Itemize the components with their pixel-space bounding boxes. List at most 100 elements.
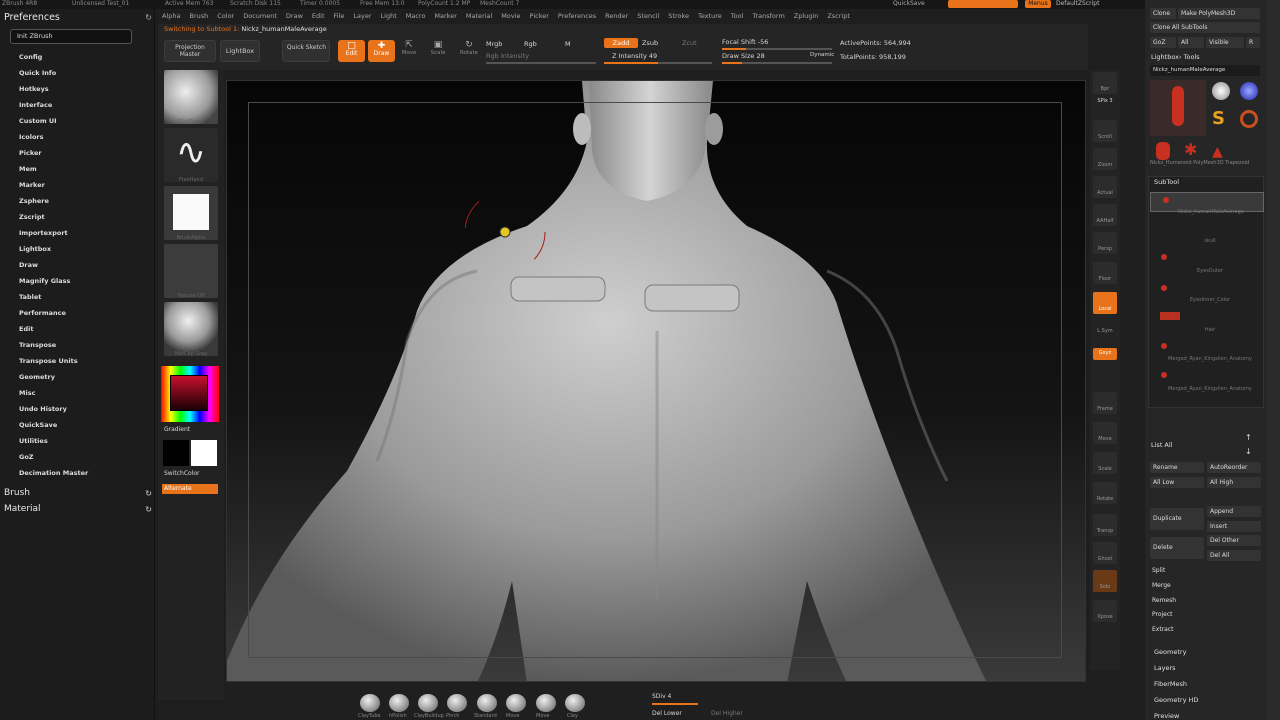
pref-item[interactable]: Config: [19, 53, 88, 69]
stroke-thumbnail[interactable]: ∿: [164, 128, 218, 182]
pref-item[interactable]: Marker: [19, 181, 88, 197]
rgb-intensity-track[interactable]: [486, 62, 596, 64]
material-thumbnail[interactable]: [164, 302, 218, 356]
draw-size-track[interactable]: [722, 62, 832, 64]
subtool-item[interactable]: skull: [1150, 238, 1264, 251]
subtool-item[interactable]: EyesOuter: [1150, 268, 1264, 281]
z-intensity-track[interactable]: [604, 62, 712, 64]
pref-item[interactable]: Zscript: [19, 213, 88, 229]
pref-item[interactable]: Interface: [19, 101, 88, 117]
brush-slot[interactable]: [536, 694, 556, 712]
r-button[interactable]: R: [1246, 37, 1260, 48]
del-higher-button[interactable]: Del Higher: [711, 710, 743, 717]
ghost-button[interactable]: Ghost: [1093, 542, 1117, 564]
actual-button[interactable]: Actual: [1093, 176, 1117, 198]
remesh-button[interactable]: Remesh: [1152, 597, 1176, 604]
pref-item[interactable]: Icolors: [19, 133, 88, 149]
sphere-brush-thumb[interactable]: [1212, 82, 1230, 100]
color-square[interactable]: [170, 375, 208, 411]
frame-button[interactable]: Frame: [1093, 392, 1117, 414]
m-toggle[interactable]: M: [565, 40, 571, 48]
clone-button[interactable]: Clone: [1150, 8, 1176, 19]
init-zbrush-button[interactable]: Init ZBrush: [10, 29, 132, 44]
brush-slot[interactable]: [565, 694, 585, 712]
del-all-button[interactable]: Del All: [1207, 550, 1261, 561]
brush-thumbnail[interactable]: [164, 70, 218, 124]
menu-color[interactable]: Color: [217, 12, 234, 20]
insert-button[interactable]: Insert: [1207, 521, 1261, 532]
scale-view-button[interactable]: Scale: [1093, 452, 1117, 474]
menu-marker[interactable]: Marker: [434, 12, 456, 20]
menu-material[interactable]: Material: [466, 12, 492, 20]
menu-brush[interactable]: Brush: [189, 12, 208, 20]
menu-file[interactable]: File: [334, 12, 345, 20]
clone-all-subtools-button[interactable]: Clone All SubTools: [1150, 22, 1260, 33]
humanoid-thumb[interactable]: [1156, 142, 1170, 160]
persp-button[interactable]: Persp: [1093, 232, 1117, 254]
edit-button[interactable]: □ Edit: [338, 40, 365, 62]
zsub-button[interactable]: Zsub: [642, 39, 658, 47]
polymesh-star-thumb[interactable]: ✱: [1184, 140, 1197, 159]
trapezoid-thumb[interactable]: ▲: [1212, 144, 1223, 160]
gradient-label[interactable]: Gradient: [164, 426, 190, 433]
spix-setting[interactable]: SPix 3: [1093, 96, 1117, 118]
dynamic-toggle[interactable]: Dynamic: [810, 52, 834, 58]
brush-slot[interactable]: [360, 694, 380, 712]
project-button[interactable]: Project: [1152, 611, 1173, 618]
bpr-button[interactable]: Bpr: [1093, 72, 1117, 94]
texture-thumbnail[interactable]: [164, 244, 218, 298]
refresh-icon[interactable]: ↻: [145, 489, 152, 498]
split-button[interactable]: Split: [1152, 567, 1165, 574]
default-zscript-button[interactable]: DefaultZScript: [1056, 0, 1099, 7]
menu-preferences[interactable]: Preferences: [558, 12, 596, 20]
see-through-slider[interactable]: [948, 0, 1018, 8]
brush-slot[interactable]: [418, 694, 438, 712]
make-polymesh-button[interactable]: Make PolyMesh3D: [1178, 8, 1260, 19]
delete-button[interactable]: Delete: [1150, 537, 1204, 559]
preferences-header[interactable]: Preferences ↻: [4, 11, 152, 23]
move-button[interactable]: ⇱ Move: [397, 40, 421, 62]
menu-movie[interactable]: Movie: [501, 12, 520, 20]
material-section[interactable]: Material ↻: [4, 502, 152, 516]
menu-stencil[interactable]: Stencil: [637, 12, 659, 20]
menu-zplugin[interactable]: Zplugin: [794, 12, 819, 20]
transp-button[interactable]: Transp: [1093, 514, 1117, 536]
rotate-button[interactable]: ↻ Rotate: [457, 40, 481, 62]
floor-button[interactable]: Floor: [1093, 262, 1117, 284]
alpha-brush-thumb[interactable]: [1240, 82, 1258, 100]
autoreorder-button[interactable]: AutoReorder: [1207, 462, 1261, 473]
scale-button[interactable]: ▣ Scale: [426, 40, 450, 62]
pref-item[interactable]: Picker: [19, 149, 88, 165]
quick-sketch-button[interactable]: Quick Sketch: [282, 40, 330, 62]
refresh-icon[interactable]: ↻: [145, 505, 152, 514]
rgb-toggle[interactable]: Rgb: [524, 40, 537, 48]
refresh-icon[interactable]: ↻: [145, 13, 152, 22]
menu-tool[interactable]: Tool: [731, 12, 744, 20]
secondary-color-swatch[interactable]: [163, 440, 189, 466]
zadd-button[interactable]: Zadd: [604, 38, 638, 48]
geometry-section[interactable]: Geometry: [1154, 648, 1186, 656]
pref-item[interactable]: Hotkeys: [19, 85, 88, 101]
fibermesh-section[interactable]: FiberMesh: [1154, 680, 1187, 688]
menus-button[interactable]: Menus: [1025, 0, 1051, 8]
local-button[interactable]: Local: [1093, 292, 1117, 314]
subtool-item[interactable]: Merged_Ryan_Kingslien_Anatomy: [1150, 356, 1264, 369]
layers-section[interactable]: Layers: [1154, 664, 1176, 672]
subtool-item[interactable]: Merged_Ryan_Kingslien_Anatomy: [1150, 386, 1264, 399]
switch-color-button[interactable]: SwitchColor: [164, 470, 200, 477]
pref-item[interactable]: Transpose Units: [19, 357, 88, 373]
subtool-item-selected[interactable]: Nickz_humanMaleAverage: [1150, 192, 1264, 215]
lsym-button[interactable]: L.Sym: [1093, 320, 1117, 342]
menu-macro[interactable]: Macro: [406, 12, 426, 20]
pref-item[interactable]: Geometry: [19, 373, 88, 389]
pref-item[interactable]: Mem: [19, 165, 88, 181]
z-intensity-slider[interactable]: Z Intensity 49: [612, 52, 657, 60]
arrow-up-icon[interactable]: ↑: [1245, 433, 1252, 442]
pref-item[interactable]: Undo History: [19, 405, 88, 421]
rotate-view-button[interactable]: Rotate: [1093, 482, 1117, 504]
menu-stroke[interactable]: Stroke: [668, 12, 689, 20]
extract-button[interactable]: Extract: [1152, 626, 1174, 633]
subtool-title[interactable]: SubTool: [1154, 178, 1179, 186]
pref-item[interactable]: Lightbox: [19, 245, 88, 261]
pref-item[interactable]: Importexport: [19, 229, 88, 245]
